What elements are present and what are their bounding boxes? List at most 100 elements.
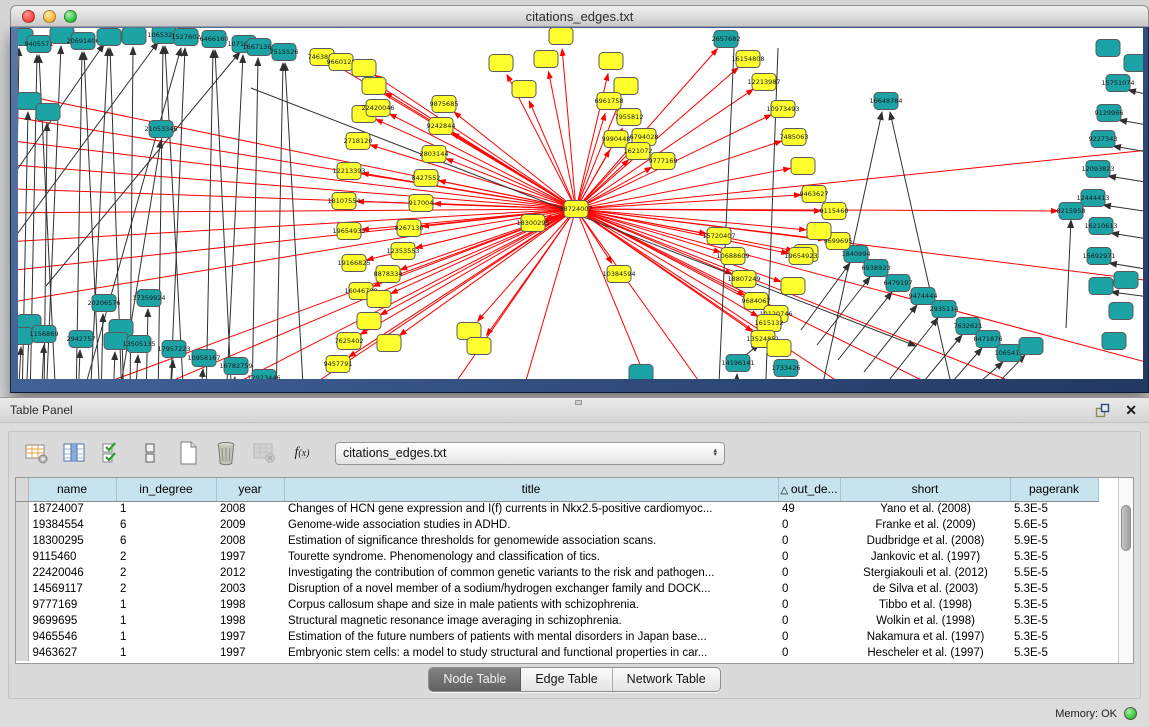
table-cell[interactable]: 9115460 [28, 549, 116, 565]
table-cell[interactable]: 1997 [216, 549, 284, 565]
table-cell[interactable]: Stergiakouli et al. (2012) [840, 565, 1010, 581]
table-cell[interactable]: Changes of HCN gene expression and I(f) … [284, 501, 778, 517]
table-cell[interactable]: 1997 [216, 629, 284, 645]
rows-icon[interactable] [137, 440, 163, 466]
graph-node[interactable] [1109, 303, 1133, 320]
table-cell[interactable]: Corpus callosum shape and size in male p… [284, 597, 778, 613]
graph-node[interactable] [512, 81, 536, 98]
graph-node[interactable] [1124, 55, 1143, 72]
graph-node[interactable] [1096, 40, 1120, 57]
table-cell[interactable]: 5.3E-5 [1010, 613, 1098, 629]
table-row[interactable]: 1938455462009Genome-wide association stu… [16, 517, 1118, 533]
table-cell[interactable]: 0 [778, 533, 840, 549]
table-row[interactable]: 946362711997Embryonic stem cells: a mode… [16, 645, 1118, 661]
table-row[interactable]: 2242004622012Investigating the contribut… [16, 565, 1118, 581]
graph-node[interactable] [807, 223, 831, 240]
float-panel-icon[interactable] [1095, 403, 1110, 418]
table-cell[interactable]: 5.3E-5 [1010, 549, 1098, 565]
table-cell[interactable]: 2012 [216, 565, 284, 581]
table-cell[interactable]: 0 [778, 565, 840, 581]
table-cell[interactable]: 6 [116, 533, 216, 549]
graph-node[interactable] [767, 340, 791, 357]
table-cell[interactable]: Structural magnetic resonance image aver… [284, 613, 778, 629]
table-cell[interactable]: 1 [116, 645, 216, 661]
graph-node[interactable] [781, 278, 805, 295]
table-cell[interactable]: Wolkin et al. (1998) [840, 613, 1010, 629]
column-header-title[interactable]: title [284, 478, 778, 501]
table-cell[interactable]: 9777169 [28, 597, 116, 613]
table-cell[interactable]: Disruption of a novel member of a sodium… [284, 581, 778, 597]
graph-node[interactable] [549, 28, 573, 45]
graph-node[interactable] [122, 28, 146, 45]
table-cell[interactable]: 49 [778, 501, 840, 517]
table-row[interactable]: 946554611997Estimation of the future num… [16, 629, 1118, 645]
table-vertical-scrollbar[interactable] [1118, 478, 1133, 663]
table-cell[interactable]: 0 [778, 581, 840, 597]
tab-edge-table[interactable]: Edge Table [521, 668, 612, 691]
table-cell[interactable]: 2008 [216, 501, 284, 517]
table-cell[interactable]: de Silva et al. (2003) [840, 581, 1010, 597]
table-cell[interactable]: 0 [778, 549, 840, 565]
graph-node[interactable] [367, 291, 391, 308]
scrollbar-thumb[interactable] [1121, 505, 1131, 551]
table-cell[interactable]: 5.9E-5 [1010, 533, 1098, 549]
table-cell[interactable]: 0 [778, 645, 840, 661]
table-cell[interactable]: 14569117 [28, 581, 116, 597]
function-builder-icon[interactable]: f(x) [289, 440, 315, 466]
table-cell[interactable]: 2 [116, 581, 216, 597]
table-cell[interactable]: Jankovic et al. (1997) [840, 549, 1010, 565]
table-row[interactable]: 911546021997Tourette syndrome. Phenomeno… [16, 549, 1118, 565]
row-select-checks-icon[interactable] [99, 440, 125, 466]
graph-node[interactable] [614, 78, 638, 95]
table-cell[interactable]: 5.6E-5 [1010, 517, 1098, 533]
network-table-select[interactable]: citations_edges.txt ▴▾ [335, 442, 725, 465]
table-cell[interactable]: Hescheler et al. (1997) [840, 645, 1010, 661]
table-cell[interactable]: 1 [116, 629, 216, 645]
table-row[interactable]: 1456911722003Disruption of a novel membe… [16, 581, 1118, 597]
network-canvas[interactable]: 9405571206914061065328715276026466160107… [18, 28, 1143, 379]
table-cell[interactable]: Franke et al. (2009) [840, 517, 1010, 533]
graph-node[interactable] [489, 55, 513, 72]
graph-node[interactable] [36, 104, 60, 121]
graph-node[interactable] [457, 323, 481, 340]
graph-node[interactable] [1102, 333, 1126, 350]
table-row[interactable]: 1872400712008Changes of HCN gene express… [16, 501, 1118, 517]
column-header-pagerank[interactable]: pagerank [1010, 478, 1098, 501]
table-cell[interactable]: 2009 [216, 517, 284, 533]
table-cell[interactable]: 2 [116, 549, 216, 565]
table-cell[interactable]: 0 [778, 597, 840, 613]
node-table[interactable]: namein_degreeyeartitle△ out_de...shortpa… [15, 477, 1134, 664]
table-cell[interactable]: Nakamura et al. (1997) [840, 629, 1010, 645]
table-cell[interactable]: Estimation of significance thresholds fo… [284, 533, 778, 549]
column-header-year[interactable]: year [216, 478, 284, 501]
graph-node[interactable] [534, 51, 558, 68]
column-header-out-de-[interactable]: △ out_de... [778, 478, 840, 501]
tab-node-table[interactable]: Node Table [429, 668, 521, 691]
table-cell[interactable]: 9463627 [28, 645, 116, 661]
graph-node[interactable] [377, 335, 401, 352]
table-cell[interactable]: 0 [778, 517, 840, 533]
table-cell[interactable]: Dudbridge et al. (2008) [840, 533, 1010, 549]
column-header-in-degree[interactable]: in_degree [116, 478, 216, 501]
graph-node[interactable] [629, 365, 653, 380]
table-cell[interactable]: 18300295 [28, 533, 116, 549]
table-settings-icon[interactable] [23, 440, 49, 466]
table-cell[interactable]: 1998 [216, 597, 284, 613]
table-cell[interactable]: Tibbo et al. (1998) [840, 597, 1010, 613]
table-cell[interactable]: 5.3E-5 [1010, 597, 1098, 613]
table-cell[interactable]: 1998 [216, 613, 284, 629]
table-cell[interactable]: Investigating the contribution of common… [284, 565, 778, 581]
table-cell[interactable]: 0 [778, 613, 840, 629]
table-cell[interactable]: 5.3E-5 [1010, 629, 1098, 645]
column-visibility-icon[interactable] [61, 440, 87, 466]
table-cell[interactable]: 1 [116, 613, 216, 629]
network-window-titlebar[interactable]: citations_edges.txt [10, 5, 1149, 27]
new-table-icon[interactable] [175, 440, 201, 466]
table-cell[interactable]: 22420046 [28, 565, 116, 581]
table-cell[interactable]: 5.3E-5 [1010, 501, 1098, 517]
close-panel-icon[interactable]: ✕ [1125, 403, 1137, 417]
graph-node[interactable] [1089, 278, 1113, 295]
graph-node[interactable] [1019, 338, 1043, 355]
table-cell[interactable]: 5.3E-5 [1010, 645, 1098, 661]
table-cell[interactable]: 1 [116, 501, 216, 517]
